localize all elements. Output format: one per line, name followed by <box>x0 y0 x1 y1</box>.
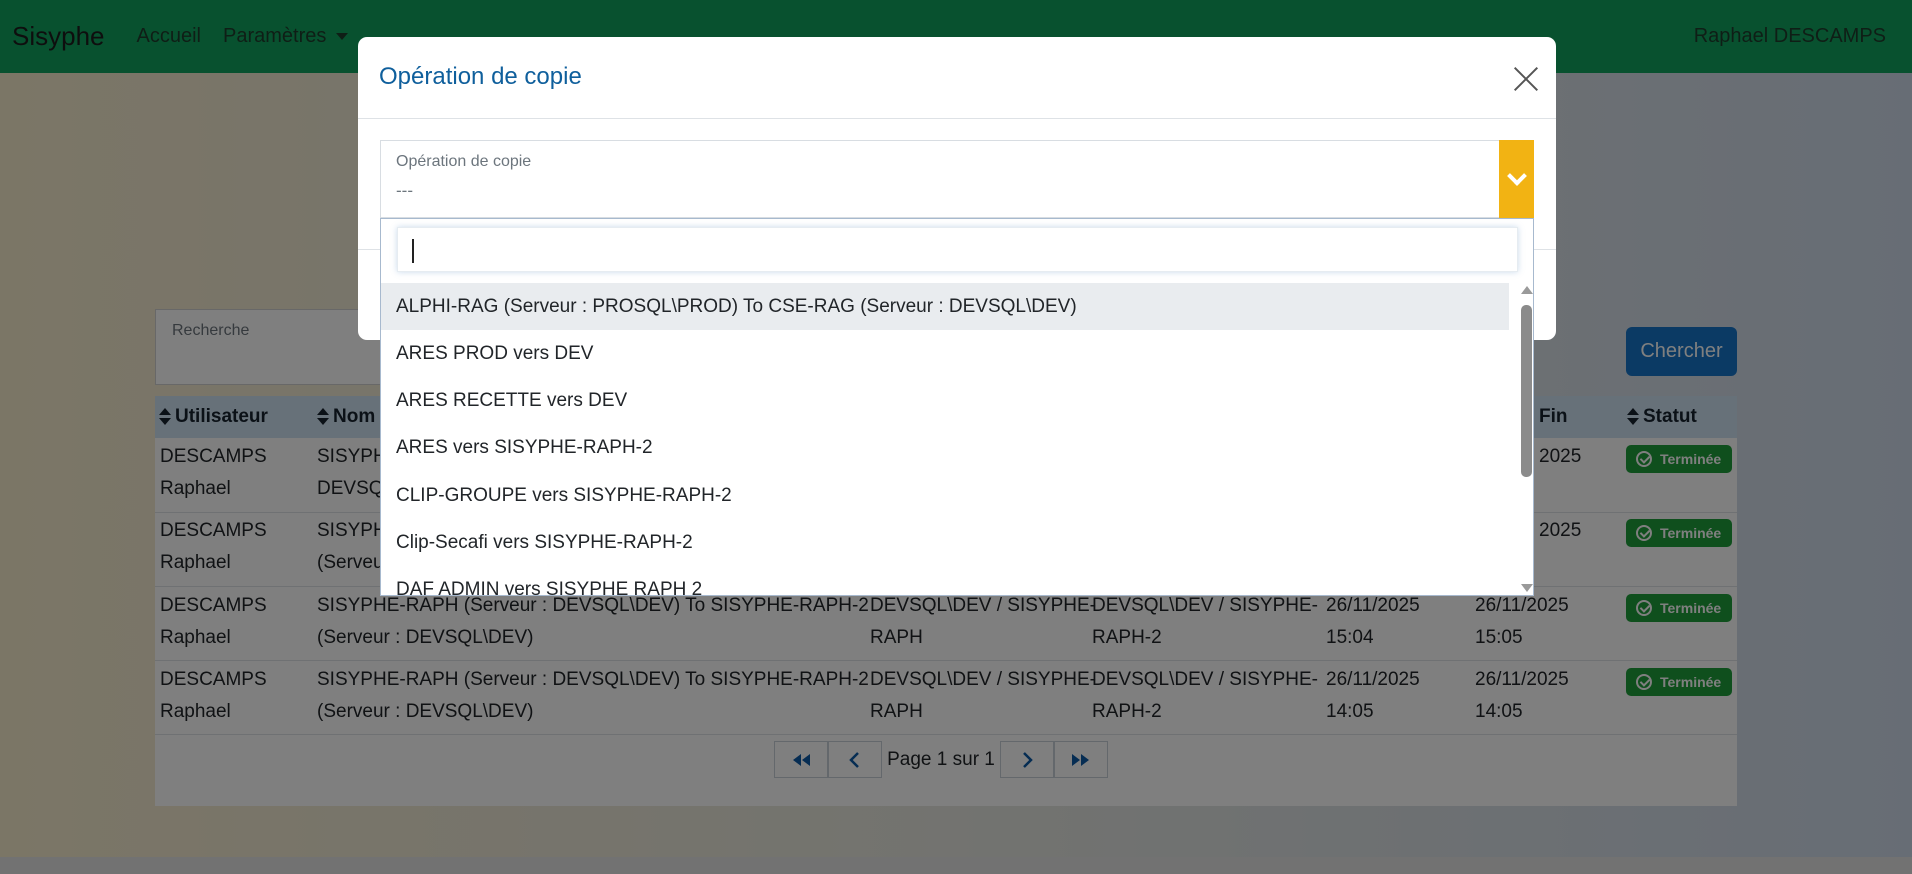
dropdown-option[interactable]: ALPHI-RAG (Serveur : PROSQL\PROD) To CSE… <box>381 283 1509 330</box>
select-dropdown: ALPHI-RAG (Serveur : PROSQL\PROD) To CSE… <box>380 218 1534 596</box>
close-icon[interactable] <box>1512 65 1540 93</box>
select-value: --- <box>396 181 413 200</box>
scroll-down-icon[interactable] <box>1521 584 1533 592</box>
select-toggle-button[interactable] <box>1499 140 1534 218</box>
dropdown-search-input[interactable] <box>397 227 1518 272</box>
dropdown-scrollbar[interactable] <box>1518 283 1533 595</box>
dropdown-option[interactable]: ARES RECETTE vers DEV <box>381 377 1509 424</box>
dropdown-option[interactable]: ARES vers SISYPHE-RAPH-2 <box>381 424 1509 471</box>
text-cursor <box>412 239 414 263</box>
dropdown-option[interactable]: CLIP-GROUPE vers SISYPHE-RAPH-2 <box>381 472 1509 519</box>
scrollbar-thumb[interactable] <box>1521 305 1532 477</box>
modal-title: Opération de copie <box>379 63 582 90</box>
dropdown-option[interactable]: Clip-Secafi vers SISYPHE-RAPH-2 <box>381 519 1509 566</box>
modal-divider <box>358 118 1556 119</box>
scroll-up-icon[interactable] <box>1521 286 1533 294</box>
chevron-down-icon <box>1506 166 1527 186</box>
dropdown-option[interactable]: ARES PROD vers DEV <box>381 330 1509 377</box>
select-label: Opération de copie <box>396 153 532 170</box>
copy-operation-select[interactable]: Opération de copie --- <box>380 140 1534 218</box>
dropdown-option[interactable]: DAF ADMIN vers SISYPHE RAPH 2 <box>381 566 1509 596</box>
